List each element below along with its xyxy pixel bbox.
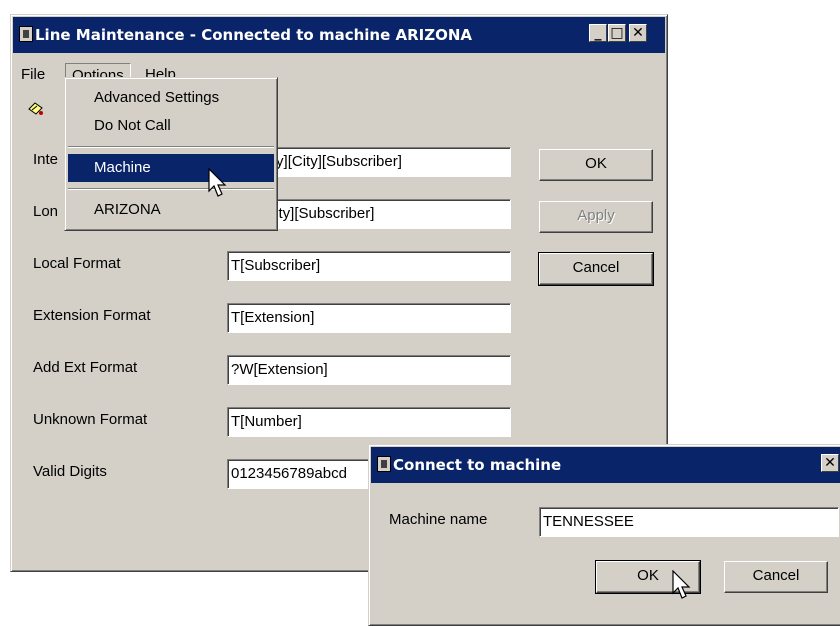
window-title: Line Maintenance - Connected to machine … <box>35 26 473 44</box>
field-label-add-ext-format: Add Ext Format <box>33 359 138 376</box>
menu-item-arizona[interactable]: ARIZONA <box>68 196 274 224</box>
connect-to-machine-dialog: Connect to machine ✕ Machine name TENNES… <box>368 444 840 626</box>
menu-separator <box>68 188 274 190</box>
mouse-pointer-icon <box>672 570 691 599</box>
options-dropdown-menu: Advanced Settings Do Not Call Machine AR… <box>64 77 278 231</box>
machine-name-label: Machine name <box>389 511 488 528</box>
menu-separator <box>68 146 274 148</box>
minimize-icon[interactable]: _ <box>589 24 607 42</box>
field-label-long-distance: Lon <box>33 203 59 220</box>
dialog-title-bar[interactable]: Connect to machine ✕ <box>371 447 840 483</box>
machine-name-input[interactable]: TENNESSEE <box>539 507 839 537</box>
unknown-format-input[interactable]: T[Number] <box>227 407 511 437</box>
dialog-app-icon <box>377 456 391 472</box>
extension-format-input[interactable]: T[Extension] <box>227 303 511 333</box>
dialog-close-icon[interactable]: ✕ <box>821 454 839 472</box>
menu-item-do-not-call[interactable]: Do Not Call <box>68 112 274 140</box>
field-label-valid-digits: Valid Digits <box>33 463 107 480</box>
close-icon[interactable]: ✕ <box>629 24 647 42</box>
apply-button[interactable]: Apply <box>539 201 653 233</box>
toolbar-icon[interactable] <box>27 99 45 117</box>
dialog-cancel-button[interactable]: Cancel <box>724 561 828 593</box>
title-bar[interactable]: Line Maintenance - Connected to machine … <box>13 17 665 53</box>
mouse-pointer-icon <box>208 168 227 197</box>
field-label-unknown-format: Unknown Format <box>33 411 148 428</box>
local-format-input[interactable]: T[Subscriber] <box>227 251 511 281</box>
app-icon <box>19 26 33 42</box>
menu-file[interactable]: File <box>15 63 51 87</box>
add-ext-format-input[interactable]: ?W[Extension] <box>227 355 511 385</box>
ok-button[interactable]: OK <box>539 149 653 181</box>
menu-item-machine[interactable]: Machine <box>68 154 274 182</box>
field-label-local-format: Local Format <box>33 255 121 272</box>
dialog-title: Connect to machine <box>393 456 562 474</box>
menu-item-advanced-settings[interactable]: Advanced Settings <box>68 84 274 112</box>
field-label-international: Inte <box>33 151 59 168</box>
cancel-button[interactable]: Cancel <box>538 252 654 286</box>
field-label-extension-format: Extension Format <box>33 307 151 324</box>
maximize-icon[interactable]: □ <box>608 24 626 42</box>
